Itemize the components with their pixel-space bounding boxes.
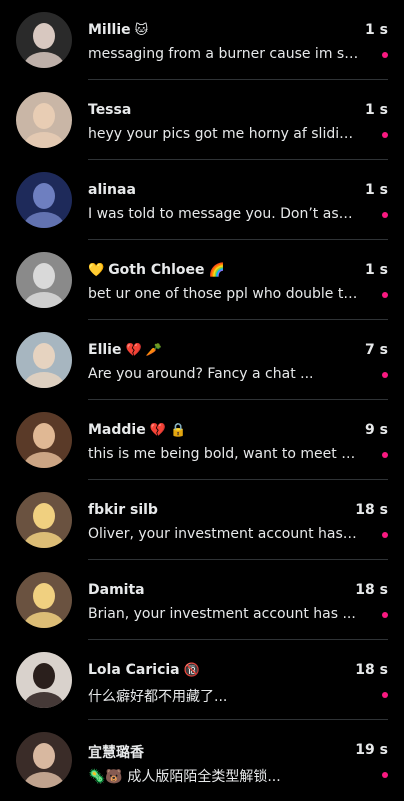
avatar[interactable]	[16, 652, 72, 708]
avatar[interactable]	[16, 412, 72, 468]
conversation-row[interactable]: Lola Caricia 🔞 18 s 什么癖好都不用藏了...	[0, 640, 404, 720]
sender-name-text: fbkir silb	[88, 502, 158, 518]
message-preview: 什么癖好都不用藏了...	[88, 689, 228, 705]
name-emoji: 🐱	[134, 23, 149, 38]
name-emoji: 🌈	[208, 263, 225, 278]
timestamp: 1 s	[365, 102, 388, 118]
sender-name-text: alinaa	[88, 182, 136, 198]
unread-dot	[382, 292, 388, 298]
timestamp: 1 s	[365, 262, 388, 278]
name-emoji: 💔 🥕	[125, 343, 162, 358]
conversation-row[interactable]: Damita 18 s Brian, your investment account…	[0, 560, 404, 640]
avatar[interactable]	[16, 572, 72, 628]
unread-dot	[382, 612, 388, 618]
conversation-list: Millie 🐱 1 s messaging from a burner cause …	[0, 0, 404, 801]
unread-dot	[382, 52, 388, 58]
name-emoji: 💔 🔒	[149, 423, 187, 438]
sender-name: 💛 Goth Chloee 🌈	[88, 262, 225, 278]
sender-name-text: Damita	[88, 582, 145, 598]
message-preview: messaging from a burner cause im sh...	[88, 46, 360, 62]
conversation-row[interactable]: 💛 Goth Chloee 🌈 1 s bet ur one of those ppl …	[0, 240, 404, 320]
sender-name-text: Millie	[88, 22, 131, 38]
conversation-row[interactable]: Maddie 💔 🔒 9 s this is me being bold, want …	[0, 400, 404, 480]
timestamp: 9 s	[365, 422, 388, 438]
sender-name-text: Tessa	[88, 102, 132, 118]
sender-name-text: Ellie	[88, 342, 122, 358]
timestamp: 18 s	[355, 582, 388, 598]
message-preview: 🦠🐻 成人版陌陌全类型解锁...	[88, 769, 281, 785]
avatar[interactable]	[16, 252, 72, 308]
sender-name-text: Lola Caricia	[88, 662, 180, 678]
avatar[interactable]	[16, 172, 72, 228]
conversation-row[interactable]: 宜慧璐香 19 s 🦠🐻 成人版陌陌全类型解锁...	[0, 720, 404, 800]
message-preview: bet ur one of those ppl who double te...	[88, 286, 360, 302]
sender-name: alinaa	[88, 182, 136, 198]
sender-name-text: Goth Chloee	[108, 262, 205, 278]
timestamp: 1 s	[365, 22, 388, 38]
sender-name: Maddie 💔 🔒	[88, 422, 186, 438]
timestamp: 1 s	[365, 182, 388, 198]
sender-name-text: 宜慧璐香	[88, 745, 144, 761]
message-preview: Brian, your investment account has ...	[88, 606, 356, 622]
sender-name: 宜慧璐香	[88, 742, 144, 762]
name-lead-emoji: 💛	[88, 263, 105, 278]
sender-name: Millie 🐱	[88, 22, 148, 38]
avatar[interactable]	[16, 332, 72, 388]
conversation-row[interactable]: Tessa 1 s heyy your pics got me horny af s…	[0, 80, 404, 160]
message-preview: this is me being bold, want to meet u...	[88, 446, 360, 462]
conversation-row[interactable]: fbkir silb 18 s Oliver, your investment ac…	[0, 480, 404, 560]
timestamp: 18 s	[355, 662, 388, 678]
avatar[interactable]	[16, 12, 72, 68]
message-preview: Oliver, your investment account has ...	[88, 526, 360, 542]
unread-dot	[382, 132, 388, 138]
conversation-row[interactable]: Ellie 💔 🥕 7 s Are you around? Fancy a chat …	[0, 320, 404, 400]
message-preview: heyy your pics got me horny af sliding..…	[88, 126, 360, 142]
avatar[interactable]	[16, 92, 72, 148]
timestamp: 18 s	[355, 502, 388, 518]
unread-dot	[382, 772, 388, 778]
unread-dot	[382, 452, 388, 458]
sender-name: Tessa	[88, 102, 131, 118]
avatar[interactable]	[16, 492, 72, 548]
unread-dot	[382, 692, 388, 698]
name-emoji: 🔞	[183, 663, 200, 678]
conversation-row[interactable]: Millie 🐱 1 s messaging from a burner cause …	[0, 0, 404, 80]
sender-name: Damita	[88, 582, 145, 598]
timestamp: 19 s	[355, 742, 388, 758]
timestamp: 7 s	[365, 342, 388, 358]
message-preview: I was told to message you. Don’t ask ...	[88, 206, 360, 222]
unread-dot	[382, 532, 388, 538]
sender-name: fbkir silb	[88, 502, 158, 518]
conversation-row[interactable]: alinaa 1 s I was told to message you. Don’…	[0, 160, 404, 240]
unread-dot	[382, 372, 388, 378]
sender-name-text: Maddie	[88, 422, 146, 438]
sender-name: Ellie 💔 🥕	[88, 342, 162, 358]
avatar[interactable]	[16, 732, 72, 788]
message-preview: Are you around? Fancy a chat ...	[88, 366, 314, 382]
unread-dot	[382, 212, 388, 218]
sender-name: Lola Caricia 🔞	[88, 662, 200, 678]
